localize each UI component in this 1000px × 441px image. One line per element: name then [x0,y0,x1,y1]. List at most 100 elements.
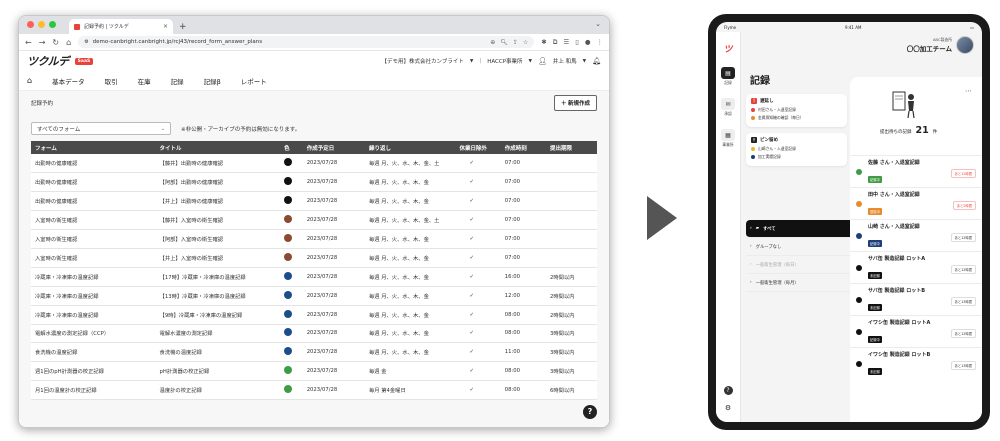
tablet-team-header[interactable]: ABC製造所 〇〇加工チーム [907,36,974,54]
extension-icon[interactable]: ✱ [541,38,546,47]
table-row[interactable]: 出勤時の健康確認 【井上】出勤時の健康確認 2023/07/28 毎週 月、火、水、木… [31,191,597,212]
help-icon[interactable]: ? [723,386,733,395]
home-icon[interactable]: ⌂ [66,38,71,47]
record-list-item[interactable]: イワシ缶 製造記録 ロットB 未記録 あと13時間 [850,347,982,379]
group-item-daily[interactable]: › 一般衛生管理（毎日） [746,256,850,274]
cell-exclude: ✓ [455,324,501,344]
table-row[interactable]: 食洗機の温度記録 食洗機の温度記録 2023/07/28 毎週 月、火、水、木、金 ✓ 1… [31,342,597,363]
profile-icon[interactable]: ● [585,38,591,47]
card-list-item[interactable]: 村田さん・入退室記録 [751,107,842,113]
table-row[interactable]: 入室時の衛生確認 【藤井】入室時の衛生確認 2023/07/28 毎週 月、火、水、木… [31,210,597,231]
browser-menu-icon[interactable]: ⋮ [597,38,604,47]
more-options-icon[interactable]: ⋯ [965,87,972,95]
tablet-nav-approval[interactable]: ✉ 承認 [721,98,735,117]
menu-item-trade[interactable]: 取引 [105,76,118,86]
cell-date: 2023/07/28 [302,191,365,212]
pending-count-value: 21 [915,125,929,136]
record-list-item[interactable]: 田中 さん・入退室記録 遅延中 あと2時間 [850,187,982,219]
cell-form: 出勤時の健康確認 [31,172,156,193]
menu-item-records-beta[interactable]: 記録β [204,76,221,86]
bell-icon[interactable]: 🔔︎ [592,57,601,65]
table-row[interactable]: 入室時の衛生確認 【阿部】入室時の衛生確認 2023/07/28 毎週 月、火、水、木… [31,229,597,249]
reading-list-icon[interactable]: ☰ [563,38,569,47]
install-icon[interactable]: ⊕ [490,39,495,46]
app-logo[interactable]: ツクルデ [27,53,69,69]
url-field[interactable]: ⚙ demo-canbright.canbright.jp/rcj43/reco… [78,36,535,48]
table-row[interactable]: 冷蔵庫・冷凍庫の温度記録 【17時】冷蔵庫・冷凍庫の温度記録 2023/07/28 毎… [31,267,597,287]
col-repeat[interactable]: 繰り返し [364,141,456,154]
table-row[interactable]: 冷蔵庫・冷凍庫の温度記録 【13時】冷蔵庫・冷凍庫の温度記録 2023/07/28 毎… [31,286,597,306]
close-tab-icon[interactable]: × [163,23,168,30]
cell-date: 2023/07/28 [302,267,365,287]
close-window-button[interactable] [27,21,34,28]
table-row[interactable]: 冷蔵庫・冷凍庫の温度記録 【9時】冷蔵庫・冷凍庫の温度記録 2023/07/28 毎週… [31,305,597,325]
record-list-item[interactable]: 佐藤 さん・入退室記録 記録中 あと12時間 [850,155,982,187]
minimize-window-button[interactable] [38,21,45,28]
share-icon[interactable]: ⇪ [513,39,518,46]
new-tab-icon[interactable]: + [179,22,187,32]
cell-time: 11:00 [500,342,547,363]
new-button[interactable]: ＋ 新規作成 [553,95,597,111]
tablet-logo-icon[interactable]: ツ [723,42,732,55]
tablet-nav-site[interactable]: ▦ 事業所 [721,129,735,148]
group-item-none[interactable]: › グループなし [746,238,850,256]
col-form[interactable]: フォーム [31,141,156,154]
browser-tab[interactable]: 記録予約 | ツクルデ × [69,19,173,34]
cell-form: 冷蔵庫・冷凍庫の温度記録 [31,267,156,287]
help-icon[interactable]: ? [583,405,597,419]
menu-item-report[interactable]: レポート [241,76,267,86]
site-info-icon[interactable]: ⚙ [84,39,88,45]
home-icon[interactable]: ⌂ [27,76,32,85]
col-deadline[interactable]: 提出期限 [546,141,597,154]
color-swatch [284,215,293,224]
col-date[interactable]: 作成予定日 [302,141,365,154]
tab-list-chevron-icon[interactable]: ⌄ [595,20,601,28]
settings-gear-icon[interactable]: ⚙ [725,404,731,412]
card-list-item[interactable]: 加工実績記録 [751,154,842,160]
site-selector[interactable]: HACCP事業所 [487,57,522,65]
col-time[interactable]: 作成時刻 [500,141,547,154]
back-icon[interactable]: ← [25,38,32,47]
tablet-nav-records[interactable]: ▤ 記録 [721,67,735,86]
favicon-icon [74,23,80,30]
col-title[interactable]: タイトル [155,141,281,154]
col-exclude-holidays[interactable]: 休業日除外 [455,141,501,154]
menu-item-records[interactable]: 記録 [171,76,184,86]
table-row[interactable]: 電解水濃度の測定記録（CCP） 電解水濃度の測定記録 2023/07/28 毎週 月、… [31,324,597,344]
cell-title: 【13時】冷蔵庫・冷凍庫の温度記録 [155,286,281,306]
card-list-item[interactable]: 金属探知機の確認（毎日） [751,115,842,121]
group-item-all[interactable]: › ▰ すべて [746,220,850,238]
chevron-right-icon: › [750,280,752,285]
record-list-item[interactable]: サバ缶 製造記録 ロットA 未記録 あと12時間 [850,251,982,283]
company-selector[interactable]: 【デモ用】株式会社カンブライト [382,57,464,65]
sidepanel-icon[interactable]: ▯ [575,38,579,47]
table-row[interactable]: 月1回の温度計の校正記録 温度計の校正記録 2023/07/28 毎月 第4金曜日 ✓ 0… [31,380,597,401]
col-color[interactable]: 色 [280,141,303,154]
table-row[interactable]: 入室時の衛生確認 【井上】入室時の衛生確認 2023/07/28 毎週 月、火、水、木… [31,248,597,268]
cell-date: 2023/07/28 [302,305,365,325]
reload-icon[interactable]: ↻ [52,38,59,47]
record-list-item[interactable]: イワシ缶 製造記録 ロットA 記録中 あと12時間 [850,315,982,347]
form-filter-select[interactable]: すべてのフォーム ⌄ [31,122,171,135]
table-row[interactable]: 出勤時の健康確認 【阿部】出勤時の健康確認 2023/07/28 毎週 月、火、水、木… [31,172,597,193]
transition-arrow-icon [647,196,677,240]
cell-title: 【藤井】出勤時の健康確認 [155,154,281,174]
menu-item-stock[interactable]: 在庫 [138,76,151,86]
card-list-item[interactable]: 山崎さん・入退室記録 [751,146,842,152]
cell-color [280,342,303,363]
team-name: 〇〇加工チーム [906,45,952,53]
record-list-item[interactable]: サバ缶 製造記録 ロットB 未記録 あと13時間 [850,283,982,315]
group-item-monthly[interactable]: › 一般衛生管理（毎月） [746,274,850,292]
table-row[interactable]: 出勤時の健康確認 【藤井】出勤時の健康確認 2023/07/28 毎週 月、火、水、木… [31,154,597,174]
user-menu[interactable]: 井上 和馬 [553,57,577,65]
table-row[interactable]: 週1回のpH計測器の校正記録 pH計測器の校正記録 2023/07/28 毎週 金 ✓ 0… [31,361,597,382]
forward-icon[interactable]: → [39,38,46,47]
record-list-item[interactable]: 山崎 さん・入退室記録 記録中 あと12時間 [850,219,982,251]
avatar[interactable] [956,36,974,54]
cell-deadline: 2時間以内 [546,305,597,325]
bookmark-star-icon[interactable]: ☆ [523,39,528,46]
puzzle-icon[interactable]: ⧉ [553,38,558,47]
zoom-icon[interactable]: 🔍︎ [500,39,508,46]
maximize-window-button[interactable] [49,21,56,28]
menu-item-basic-data[interactable]: 基本データ [52,76,85,86]
